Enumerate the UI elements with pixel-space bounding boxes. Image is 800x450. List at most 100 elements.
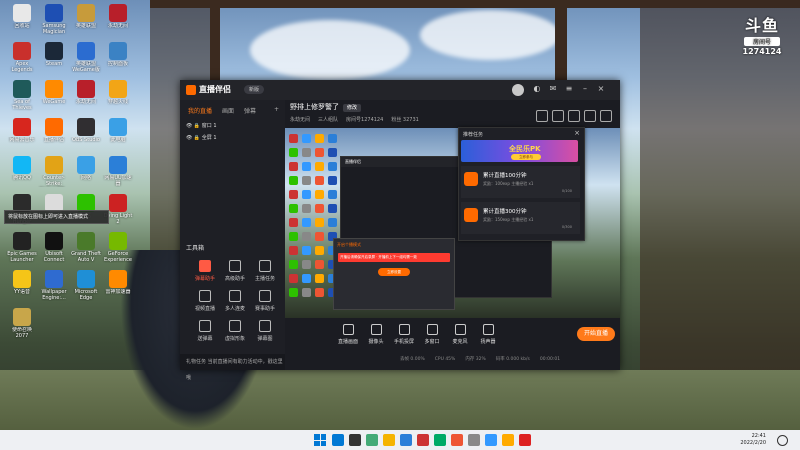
desktop-icon[interactable]: Steam	[38, 42, 70, 73]
close-icon[interactable]: ×	[596, 84, 606, 94]
source-button[interactable]: 摄像头	[361, 324, 391, 345]
preview-icon	[289, 246, 298, 255]
desktop-icon[interactable]: 控制面板	[102, 42, 134, 73]
task-item[interactable]: 累计直播100分钟 奖励：100exp 主播经验 x1 0/100	[461, 166, 580, 198]
tool-button[interactable]: 弹幕助手	[190, 260, 220, 282]
gift-icon[interactable]	[536, 110, 548, 122]
tool-button[interactable]: 虚拟形象	[220, 320, 250, 342]
desktop-icon[interactable]: 英雄联盟	[70, 4, 102, 35]
lock-icon[interactable]	[552, 110, 564, 122]
pk-banner[interactable]: 全民乐PK 立即参与	[461, 140, 578, 162]
taskbar-app-icon[interactable]	[332, 434, 344, 446]
preview-icon	[315, 204, 324, 213]
desktop-icon[interactable]: OBS Studio	[70, 118, 102, 149]
scene-item[interactable]: 👁 🔒 全屏 1	[186, 134, 217, 141]
source-button[interactable]: 直播画面	[333, 324, 363, 345]
preview-icon	[302, 232, 311, 241]
stat-item: 00:00:01	[539, 357, 561, 362]
taskbar-app-icon[interactable]	[485, 434, 497, 446]
desktop-icon[interactable]: YY语音	[6, 270, 38, 301]
desktop-icon[interactable]: Sea of Thieves	[6, 80, 38, 111]
desktop-icon[interactable]: 英雄联盟WeGame版	[70, 42, 102, 73]
start-live-button[interactable]: 开始直播	[577, 327, 615, 341]
taskbar-app-icon[interactable]	[400, 434, 412, 446]
avatar[interactable]	[512, 84, 524, 96]
desktop-icon[interactable]: Epic Games Launcher	[6, 232, 38, 263]
notification-icon[interactable]	[777, 435, 788, 446]
desktop-icon[interactable]: Microsoft Edge	[70, 270, 102, 301]
app-icon	[77, 42, 95, 60]
desktop-icon[interactable]: Ubisoft Connect	[38, 232, 70, 263]
preview-icon	[302, 274, 311, 283]
tool-button[interactable]: 主播任务	[250, 260, 280, 282]
source-button[interactable]: 麦克风	[445, 324, 475, 345]
tool-button[interactable]: 多人连麦	[220, 290, 250, 312]
taskbar-app-icon[interactable]	[383, 434, 395, 446]
tool-button[interactable]: 弹幕图	[250, 320, 280, 342]
desktop-icon[interactable]: 腾讯QQ	[6, 156, 38, 187]
tool-button[interactable]: 视频直播	[190, 290, 220, 312]
taskbar-app-icon[interactable]	[434, 434, 446, 446]
source-button[interactable]: 多窗口	[417, 324, 447, 345]
tab-my-live[interactable]: 我的直播	[188, 106, 212, 115]
source-button[interactable]: 扬声器	[473, 324, 503, 345]
tool-label: 多人连麦	[224, 306, 245, 312]
tab-screen[interactable]: 画面	[222, 106, 234, 115]
minimize-icon[interactable]: –	[580, 84, 590, 94]
taskbar-app-icon[interactable]	[349, 434, 361, 446]
desktop-icon[interactable]: 穿越火线	[102, 80, 134, 111]
desktop-icon[interactable]: GeForce Experience	[102, 232, 134, 263]
desktop-icon[interactable]: 网易UU加速器	[102, 156, 134, 187]
tool-button[interactable]: 送弹幕	[190, 320, 220, 342]
desktop-icon[interactable]: WeGame	[38, 80, 70, 111]
desktop-icon[interactable]: 永劫无间	[102, 4, 134, 35]
app-icon	[109, 232, 127, 250]
mail-icon[interactable]: ✉	[548, 84, 558, 94]
desktop-icon[interactable]: Samsung Magician	[38, 4, 70, 35]
desktop-icon[interactable]: Wallpaper Engine:...	[38, 270, 70, 301]
edit-title-button[interactable]: 修改	[343, 104, 362, 112]
skin-icon[interactable]: ◐	[532, 84, 542, 94]
taskbar-app-icon[interactable]	[451, 434, 463, 446]
task-name: 累计直播100分钟	[483, 173, 527, 179]
tool-button[interactable]: 高级助手	[220, 260, 250, 282]
source-icon	[370, 324, 382, 335]
windows-start-icon[interactable]	[314, 434, 326, 446]
layout-icon[interactable]	[600, 110, 612, 122]
desktop-icon[interactable]: 雷神加速器	[102, 270, 134, 301]
desktop-icon[interactable]: 永劫无间	[70, 80, 102, 111]
tab-danmaku[interactable]: 弹幕	[244, 106, 256, 115]
share-icon[interactable]	[568, 110, 580, 122]
tool-label: 弹幕图	[257, 336, 273, 342]
taskbar-app-icon[interactable]	[366, 434, 378, 446]
gift-task-notice[interactable]: 礼物任务 当前直播间有助力活动中，戳这里哦	[180, 354, 285, 381]
desktop-icon[interactable]: 使命召唤2077	[6, 308, 38, 339]
douyu-logo: 斗鱼	[744, 16, 779, 35]
version-badge[interactable]: 新版	[244, 85, 265, 94]
scene-item[interactable]: 👁 🔒 窗口 1	[186, 122, 217, 129]
desktop-icon[interactable]: 网易云音乐	[6, 118, 38, 149]
desktop-icon-label: GeForce Experience	[104, 251, 132, 263]
desktop-icon[interactable]: Counter-Strike: Global Off...	[38, 156, 70, 187]
tool-label: 主播任务	[254, 276, 275, 282]
desktop-icon[interactable]: 直播伴侣	[38, 118, 70, 149]
desktop-icon[interactable]: 网络	[70, 156, 102, 187]
desktop-icon[interactable]: 回收站	[6, 4, 38, 35]
task-item[interactable]: 累计直播300分钟 奖励：150exp 主播经验 x1 0/300	[461, 202, 580, 234]
desktop-icon[interactable]: Grand Theft Auto V	[70, 232, 102, 263]
menu-icon[interactable]: ≡	[564, 84, 574, 94]
source-button[interactable]: 手机投屏	[389, 324, 419, 345]
close-icon[interactable]: ×	[574, 129, 580, 137]
clock[interactable]: 22:41 2022/2/20	[740, 433, 766, 447]
taskbar-app-icon[interactable]	[502, 434, 514, 446]
add-scene-icon[interactable]: +	[274, 106, 279, 113]
settings-icon[interactable]	[584, 110, 596, 122]
taskbar-app-icon[interactable]	[417, 434, 429, 446]
desktop-icon[interactable]: Apex Legends	[6, 42, 38, 73]
desktop-icon[interactable]: 此电脑	[102, 118, 134, 149]
banner-button[interactable]: 立即参与	[511, 154, 541, 160]
tool-icon	[259, 320, 271, 332]
taskbar-app-icon[interactable]	[468, 434, 480, 446]
taskbar-app-icon[interactable]	[519, 434, 531, 446]
tool-button[interactable]: 赛事助手	[250, 290, 280, 312]
